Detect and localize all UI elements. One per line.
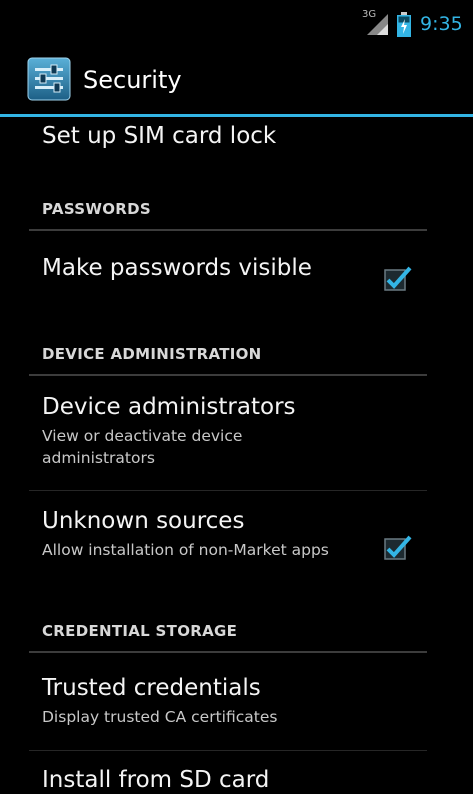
unknown-sources-checkbox[interactable]: [384, 531, 414, 561]
make-passwords-visible-item[interactable]: Make passwords visible: [42, 255, 430, 281]
device-administration-section-header: DEVICE ADMINISTRATION: [42, 345, 262, 363]
sim-card-lock-title: Set up SIM card lock: [42, 123, 277, 149]
unknown-sources-summary: Allow installation of non-Market apps: [42, 541, 329, 559]
action-bar: Security: [0, 41, 473, 116]
make-passwords-visible-title: Make passwords visible: [42, 255, 312, 281]
unknown-sources-title: Unknown sources: [42, 508, 245, 534]
status-bar: 3G 9:35: [0, 0, 473, 41]
trusted-credentials-summary: Display trusted CA certificates: [42, 708, 278, 726]
trusted-credentials-title: Trusted credentials: [42, 675, 261, 701]
trusted-credentials-item[interactable]: Trusted credentials Display trusted CA c…: [42, 675, 430, 728]
device-administrators-item[interactable]: Device administrators View or deactivate…: [42, 394, 430, 469]
section-divider: [29, 229, 427, 231]
battery-icon: [397, 12, 411, 37]
item-divider: [29, 490, 427, 491]
action-bar-divider: [0, 114, 473, 117]
make-passwords-visible-checkbox[interactable]: [384, 262, 414, 292]
item-divider: [29, 750, 427, 751]
sim-card-lock-item[interactable]: Set up SIM card lock: [42, 123, 430, 149]
unknown-sources-item[interactable]: Unknown sources Allow installation of no…: [42, 508, 430, 561]
status-clock: 9:35: [420, 13, 463, 35]
section-divider: [29, 374, 427, 376]
install-from-sd-card-title: Install from SD card: [42, 767, 270, 793]
device-administrators-title: Device administrators: [42, 394, 296, 420]
page-title: Security: [83, 66, 182, 94]
settings-icon[interactable]: [27, 57, 71, 101]
device-administrators-summary: View or deactivate device administrators: [42, 427, 243, 467]
passwords-section-header: PASSWORDS: [42, 200, 151, 218]
signal-icon: [367, 14, 388, 35]
install-from-sd-card-item[interactable]: Install from SD card: [42, 767, 430, 793]
credential-storage-section-header: CREDENTIAL STORAGE: [42, 622, 238, 640]
section-divider: [29, 651, 427, 653]
